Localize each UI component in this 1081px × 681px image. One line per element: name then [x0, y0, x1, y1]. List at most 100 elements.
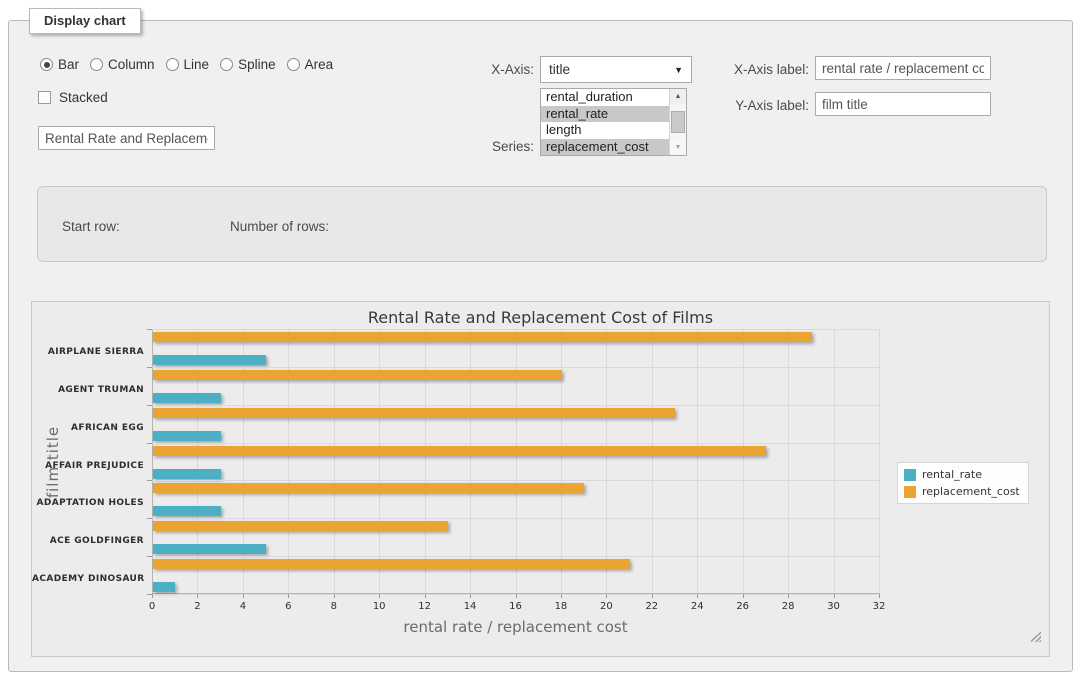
category-label: AGENT TRUMAN — [32, 385, 144, 395]
x-tick — [697, 594, 698, 598]
x-tick — [379, 594, 380, 598]
legend-item-rental_rate[interactable]: rental_rate — [904, 468, 1020, 481]
series-option-rental_rate[interactable]: rental_rate — [541, 106, 686, 123]
gridline — [743, 329, 744, 594]
radio-label: Area — [305, 57, 334, 72]
chart-title: Rental Rate and Replacement Cost of Film… — [32, 308, 1049, 327]
rows-panel: Start row: Number of rows: Go — [37, 186, 1047, 262]
x-tick-label: 0 — [149, 601, 155, 612]
series-option-replacement_cost[interactable]: replacement_cost — [541, 139, 686, 156]
chart-type-area[interactable]: Area — [287, 57, 334, 72]
gridline — [652, 329, 653, 594]
bar-rental_rate — [153, 469, 221, 479]
x-tick — [834, 594, 835, 598]
scroll-up-icon[interactable]: ▲ — [670, 89, 686, 104]
bar-replacement_cost — [153, 370, 562, 380]
x-axis-select[interactable]: title ▼ — [540, 56, 692, 83]
gridline — [606, 329, 607, 594]
chart-title-input[interactable] — [38, 126, 215, 150]
legend-swatch-icon — [904, 486, 916, 498]
x-tick-label: 4 — [240, 601, 246, 612]
stacked-label: Stacked — [59, 90, 108, 105]
chart-container: Rental Rate and Replacement Cost of Film… — [31, 301, 1050, 657]
bar-rental_rate — [153, 506, 221, 516]
series-option-rental_duration[interactable]: rental_duration — [541, 89, 686, 106]
radio-icon[interactable] — [166, 58, 179, 71]
x-tick — [606, 594, 607, 598]
chart-type-bar[interactable]: Bar — [40, 57, 79, 72]
x-tick-label: 16 — [509, 601, 522, 612]
chart-type-spline[interactable]: Spline — [220, 57, 276, 72]
y-tick — [147, 405, 152, 406]
x-tick — [652, 594, 653, 598]
gridline — [379, 329, 380, 594]
series-label: Series: — [464, 139, 534, 154]
x-tick-label: 32 — [873, 601, 886, 612]
y-axis-label-input[interactable] — [815, 92, 991, 116]
bar-rental_rate — [153, 431, 221, 441]
y-tick — [147, 518, 152, 519]
x-tick-label: 28 — [782, 601, 795, 612]
x-tick — [243, 594, 244, 598]
gridline — [152, 367, 879, 368]
chart-legend: rental_rate replacement_cost — [897, 462, 1029, 504]
x-tick-label: 8 — [331, 601, 337, 612]
bar-replacement_cost — [153, 332, 812, 342]
radio-icon[interactable] — [287, 58, 300, 71]
gridline — [152, 329, 879, 330]
x-tick-label: 12 — [418, 601, 431, 612]
radio-label: Bar — [58, 57, 79, 72]
radio-icon[interactable] — [90, 58, 103, 71]
x-axis-title: rental rate / replacement cost — [152, 618, 879, 636]
x-tick-label: 6 — [285, 601, 291, 612]
series-listbox[interactable]: rental_durationrental_ratelengthreplacem… — [540, 88, 687, 156]
gridline — [334, 329, 335, 594]
y-tick — [147, 556, 152, 557]
x-axis-selected-value: title — [549, 62, 570, 77]
x-tick — [288, 594, 289, 598]
legend-item-replacement_cost[interactable]: replacement_cost — [904, 485, 1020, 498]
x-tick — [879, 594, 880, 598]
radio-icon[interactable] — [220, 58, 233, 71]
gridline — [470, 329, 471, 594]
gridline — [697, 329, 698, 594]
x-tick-label: 18 — [555, 601, 568, 612]
x-axis-label-input[interactable] — [815, 56, 991, 80]
gridline — [425, 329, 426, 594]
legend-label: replacement_cost — [922, 485, 1020, 498]
radio-icon[interactable] — [40, 58, 53, 71]
bar-replacement_cost — [153, 559, 630, 569]
gridline — [152, 443, 879, 444]
gridline — [516, 329, 517, 594]
start-row-label: Start row: — [62, 219, 120, 234]
x-tick — [561, 594, 562, 598]
scroll-down-icon[interactable]: ▼ — [670, 140, 686, 155]
x-tick — [334, 594, 335, 598]
chart-type-column[interactable]: Column — [90, 57, 155, 72]
bar-replacement_cost — [153, 408, 675, 418]
scrollbar-thumb[interactable] — [671, 111, 685, 133]
display-chart-panel: Display chart BarColumnLineSplineArea St… — [8, 20, 1073, 672]
category-label: AFFAIR PREJUDICE — [32, 461, 144, 471]
legend-swatch-icon — [904, 469, 916, 481]
chart-type-line[interactable]: Line — [166, 57, 210, 72]
x-tick-label: 30 — [827, 601, 840, 612]
x-tick — [197, 594, 198, 598]
bar-rental_rate — [153, 544, 266, 554]
resize-handle[interactable] — [1031, 632, 1041, 642]
stacked-row[interactable]: Stacked — [38, 90, 108, 105]
stacked-checkbox[interactable] — [38, 91, 51, 104]
x-tick — [425, 594, 426, 598]
series-option-length[interactable]: length — [541, 122, 686, 139]
category-label: ACE GOLDFINGER — [32, 536, 144, 546]
bar-replacement_cost — [153, 483, 584, 493]
listbox-scrollbar[interactable]: ▲ ▼ — [669, 89, 686, 155]
gridline — [152, 518, 879, 519]
chart-type-radios: Bar Column Line Spline Area — [40, 57, 333, 72]
gridline — [152, 405, 879, 406]
bar-rental_rate — [153, 393, 221, 403]
y-tick — [147, 367, 152, 368]
category-label: ACADEMY DINOSAUR — [32, 574, 144, 584]
gridline — [788, 329, 789, 594]
legend-label: rental_rate — [922, 468, 982, 481]
